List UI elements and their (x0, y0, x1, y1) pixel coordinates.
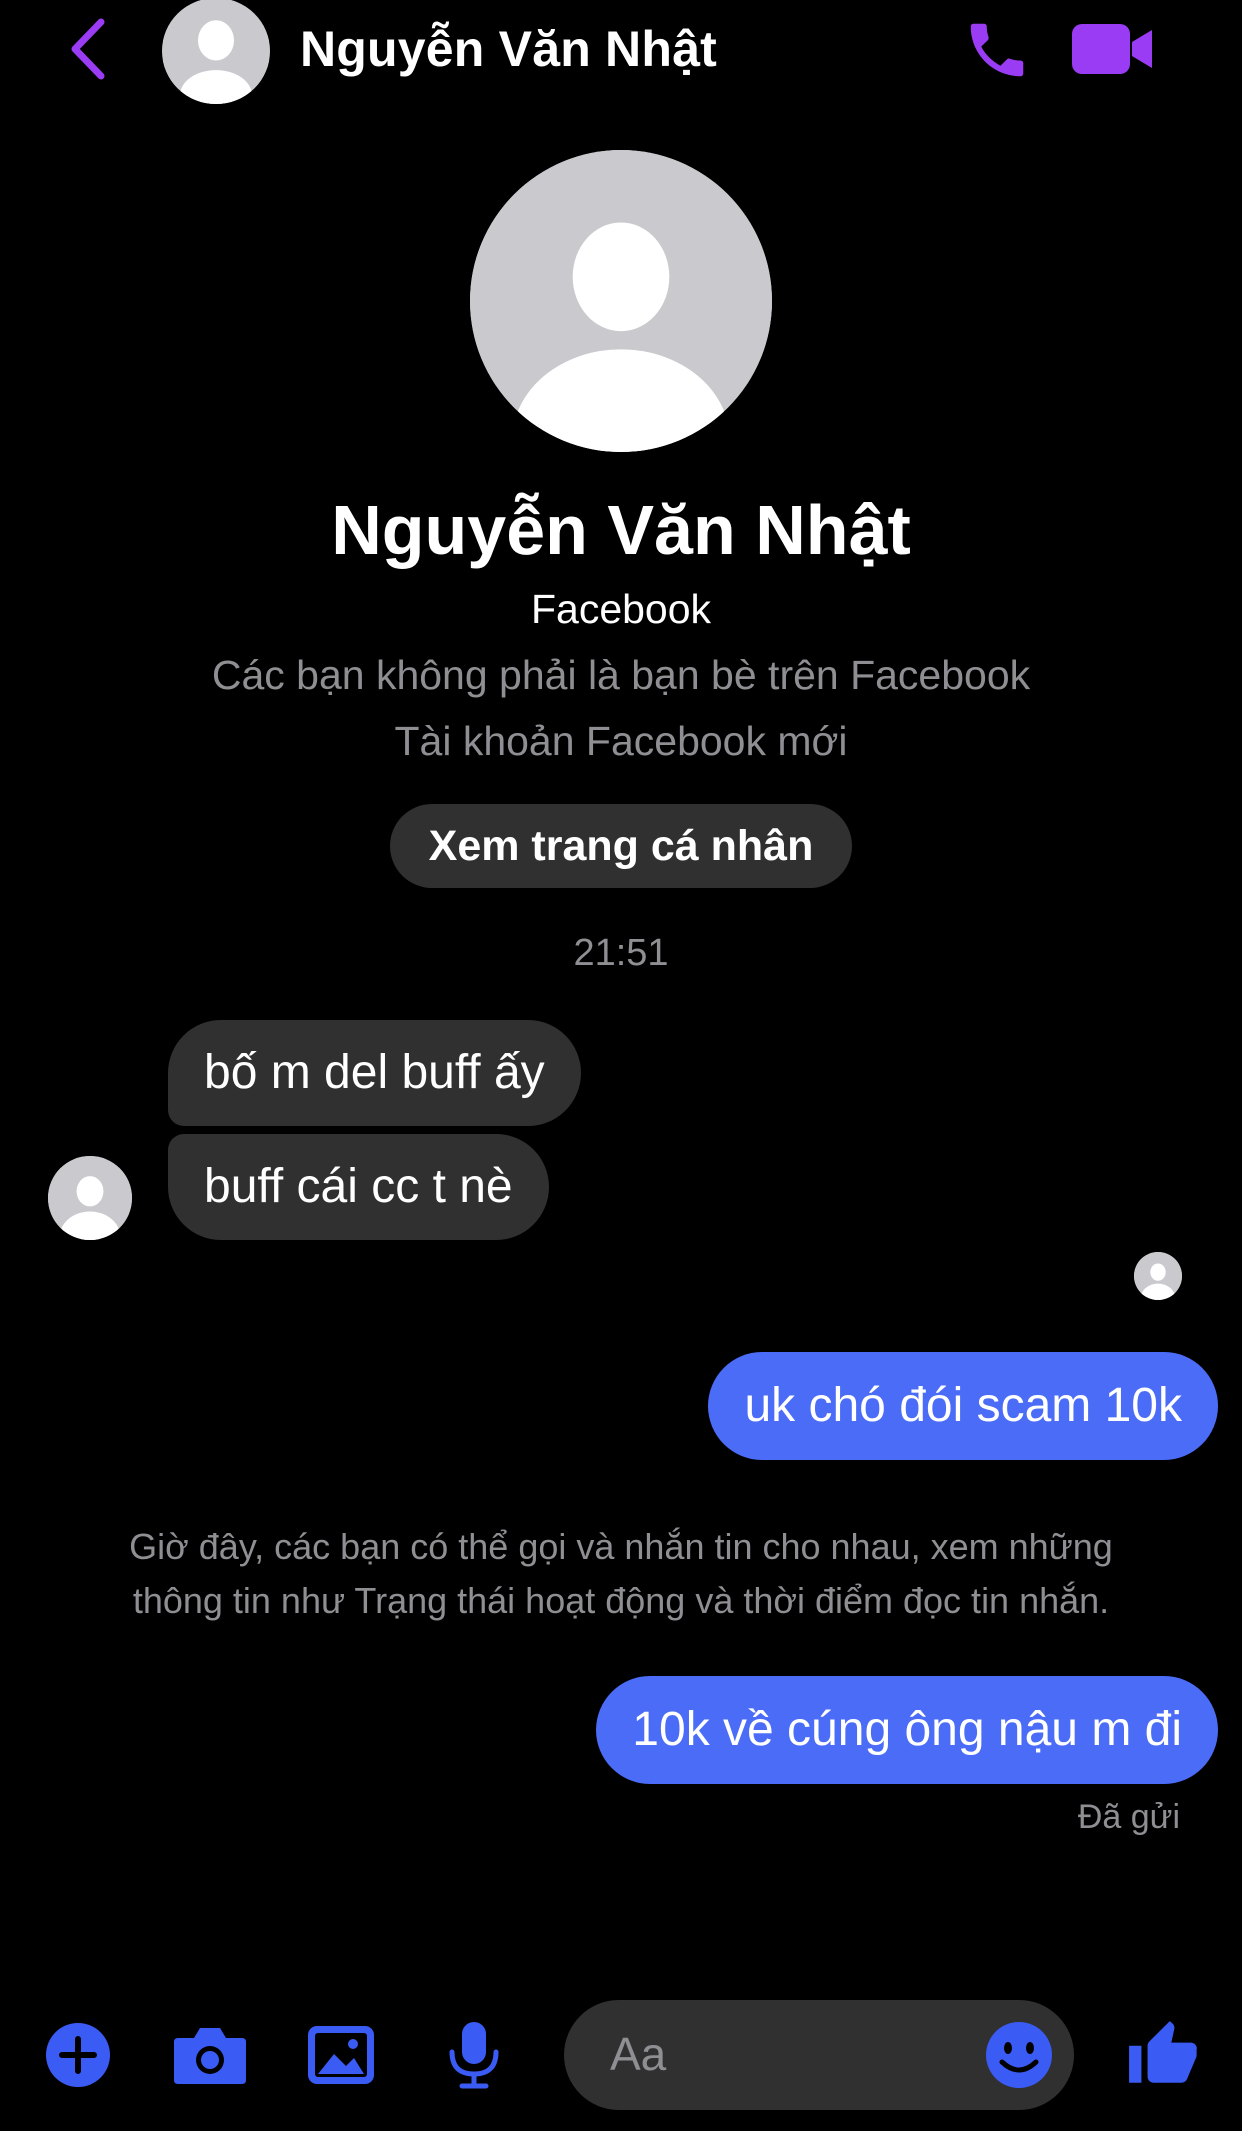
system-note-line: thông tin như Trạng thái hoạt động và th… (132, 1580, 1110, 1621)
video-camera-icon (1072, 24, 1152, 74)
outgoing-message[interactable]: 10k về cúng ông nậu m đi (596, 1676, 1218, 1784)
chat-header: Nguyễn Văn Nhật (0, 0, 1242, 106)
message-composer: Aa (0, 1990, 1242, 2120)
profile-avatar (470, 150, 772, 452)
sent-status: Đã gửi (1077, 1798, 1180, 1836)
account-note-text: Tài khoản Facebook mới (394, 718, 848, 764)
messenger-chat-screen: Nguyễn Văn Nhật Nguyễn Văn Nhật Facebook… (0, 0, 1242, 2131)
default-avatar-icon (470, 150, 772, 452)
friend-status-text: Các bạn không phải là bạn bè trên Facebo… (211, 652, 1031, 698)
voice-message-button[interactable] (446, 2010, 502, 2100)
incoming-message[interactable]: bố m del buff ấy (168, 1020, 581, 1126)
chevron-left-icon (71, 18, 105, 80)
system-note-line: Giờ đây, các bạn có thể gọi và nhắn tin … (129, 1526, 1113, 1567)
sender-avatar[interactable] (48, 1156, 132, 1240)
photo-icon (308, 2026, 374, 2084)
emoji-icon (986, 2022, 1052, 2088)
more-actions-button[interactable] (44, 2010, 112, 2100)
outgoing-message[interactable]: uk chó đói scam 10k (708, 1352, 1218, 1460)
incoming-message[interactable]: buff cái cc t nè (168, 1134, 549, 1240)
back-button[interactable] (62, 14, 112, 84)
header-avatar[interactable] (162, 0, 270, 104)
message-input-placeholder: Aa (610, 2028, 667, 2080)
default-avatar-icon (48, 1156, 132, 1240)
thumbs-up-icon (1129, 2021, 1197, 2083)
photo-gallery-button[interactable] (306, 2010, 376, 2100)
view-profile-button[interactable]: Xem trang cá nhân (390, 804, 852, 888)
video-call-button[interactable] (1070, 20, 1156, 78)
read-receipt-avatar (1134, 1252, 1182, 1300)
like-button[interactable] (1126, 2010, 1200, 2100)
system-note: Giờ đây, các bạn có thể gọi và nhắn tin … (0, 1520, 1242, 1628)
emoji-button[interactable] (984, 2020, 1054, 2090)
profile-name: Nguyễn Văn Nhật (331, 491, 911, 569)
plus-icon (46, 2023, 110, 2087)
camera-button[interactable] (172, 2010, 248, 2100)
camera-icon (174, 2028, 246, 2084)
microphone-icon (449, 2022, 499, 2089)
phone-icon (970, 23, 1024, 77)
message-timestamp: 21:51 (573, 932, 669, 974)
header-contact-name[interactable]: Nguyễn Văn Nhật (300, 20, 717, 78)
default-avatar-icon (163, 0, 269, 104)
voice-call-button[interactable] (962, 14, 1032, 86)
profile-platform: Facebook (530, 586, 712, 632)
message-input[interactable]: Aa (564, 2000, 1074, 2110)
default-avatar-icon (1134, 1252, 1182, 1300)
